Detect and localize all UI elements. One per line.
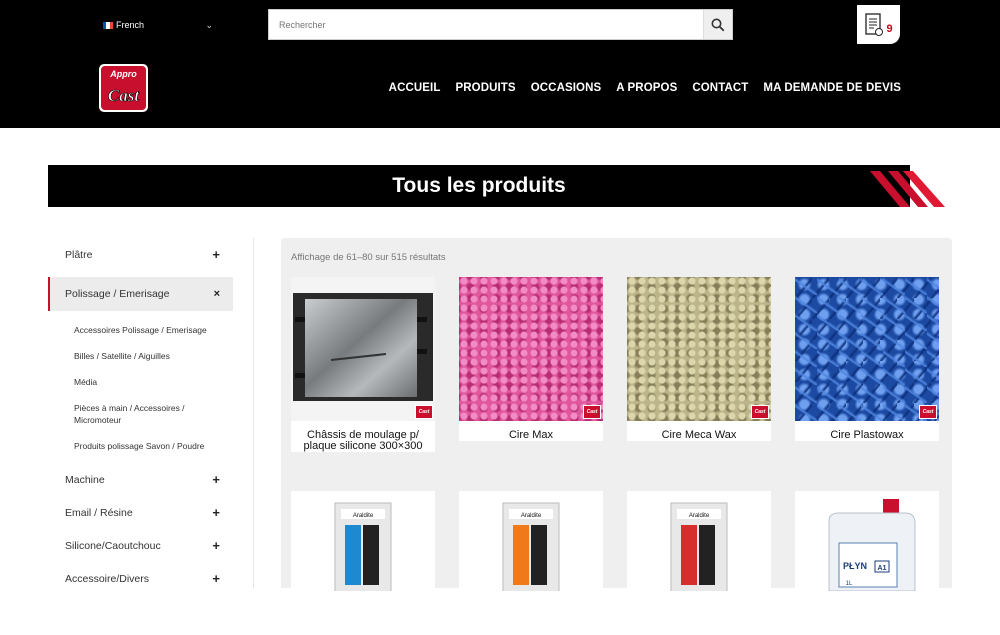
product-card[interactable]: Cast Châssis de moulage p/ plaque silico…: [291, 277, 435, 452]
product-name[interactable]: Cire Plastowax: [795, 421, 939, 441]
category-machine[interactable]: Machine +: [48, 463, 233, 496]
brand-badge: Cast: [415, 405, 433, 419]
category-accessoire[interactable]: Accessoire/Divers +: [48, 562, 233, 595]
page-title-banner: Tous les produits: [48, 165, 910, 207]
category-sidebar: Plâtre + Polissage / Emerisage × Accesso…: [48, 238, 233, 595]
collapse-icon[interactable]: ×: [214, 288, 220, 300]
product-image[interactable]: PŁYN A1 1L: [795, 491, 939, 635]
sidebar-divider: [253, 238, 254, 588]
search-bar: [268, 9, 733, 40]
category-label: Polissage / Emerisage: [65, 288, 170, 300]
product-label: A1: [878, 565, 887, 572]
nav-contact[interactable]: CONTACT: [692, 82, 748, 94]
expand-icon[interactable]: +: [212, 247, 220, 262]
expand-icon[interactable]: +: [212, 571, 220, 586]
category-label: Silicone/Caoutchouc: [65, 539, 161, 552]
subcategory-item[interactable]: Produits polissage Savon / Poudre: [74, 433, 224, 459]
product-image[interactable]: Araldite: [291, 491, 435, 635]
product-image[interactable]: Cast: [627, 277, 771, 421]
nav-accueil[interactable]: ACCUEIL: [389, 82, 441, 94]
category-email-resine[interactable]: Email / Résine +: [48, 496, 233, 529]
nav-quote-request[interactable]: MA DEMANDE DE DEVIS: [763, 82, 901, 94]
search-icon: [711, 18, 725, 31]
svg-text:Cast: Cast: [108, 86, 140, 105]
category-label: Accessoire/Divers: [65, 572, 150, 585]
subcategory-list: Accessoires Polissage / Emerisage Billes…: [48, 311, 233, 463]
nav-occasions[interactable]: OCCASIONS: [531, 82, 602, 94]
product-label: PŁYN: [843, 561, 867, 571]
nav-produits[interactable]: PRODUITS: [455, 82, 515, 94]
site-header: French ⌄ 9 Appro Cast ACCUEIL PRODUITS O…: [0, 0, 1000, 128]
product-label: Araldite: [521, 513, 542, 519]
subcategory-item[interactable]: Accessoires Polissage / Emerisage: [74, 317, 224, 343]
brand-badge: Cast: [751, 405, 769, 419]
product-image[interactable]: Cast: [459, 277, 603, 421]
product-card[interactable]: Araldite: [459, 491, 603, 635]
quote-cart-button[interactable]: 9: [857, 5, 900, 44]
product-name[interactable]: Cire Meca Wax: [627, 421, 771, 441]
expand-icon[interactable]: +: [212, 472, 220, 487]
brand-badge: Cast: [919, 405, 937, 419]
chevron-down-icon: ⌄: [205, 19, 213, 30]
product-card[interactable]: Araldite: [627, 491, 771, 635]
category-silicone[interactable]: Silicone/Caoutchouc +: [48, 529, 233, 562]
france-flag-icon: [103, 21, 113, 29]
product-image[interactable]: Araldite: [459, 491, 603, 635]
language-label: French: [116, 20, 145, 30]
svg-text:Appro: Appro: [109, 69, 137, 79]
approcast-logo[interactable]: Appro Cast: [98, 63, 149, 113]
product-image[interactable]: Araldite: [627, 491, 771, 635]
product-label: 1L: [846, 581, 853, 587]
brand-badge: Cast: [583, 405, 601, 419]
product-name[interactable]: Cire Max: [459, 421, 603, 441]
product-image[interactable]: Cast: [291, 277, 435, 421]
language-selector[interactable]: French ⌄: [103, 17, 213, 33]
product-card[interactable]: PŁYN A1 1L: [795, 491, 939, 635]
subcategory-item[interactable]: Pièces à main / Accessoires / Micromoteu…: [74, 395, 224, 433]
subcategory-item[interactable]: Média: [74, 369, 224, 395]
category-label: Plâtre: [65, 248, 93, 261]
expand-icon[interactable]: +: [212, 505, 220, 520]
product-card[interactable]: Cast Cire Max: [459, 277, 603, 441]
page-title: Tous les produits: [392, 174, 566, 197]
cart-count: 9: [886, 22, 893, 35]
product-grid: Affichage de 61–80 sur 515 résultats Cas…: [281, 238, 952, 635]
category-platre[interactable]: Plâtre +: [48, 238, 233, 271]
product-card[interactable]: Cast Cire Plastowax: [795, 277, 939, 441]
results-count: Affichage de 61–80 sur 515 résultats: [291, 252, 446, 263]
search-button[interactable]: [703, 10, 732, 39]
product-card[interactable]: Araldite: [291, 491, 435, 635]
decorative-stripes: [870, 171, 945, 207]
product-name[interactable]: Châssis de moulage p/ plaque silicone 30…: [291, 421, 435, 452]
product-label: Araldite: [689, 513, 710, 519]
search-input[interactable]: [269, 10, 703, 39]
subcategory-item[interactable]: Billes / Satellite / Aiguilles: [74, 343, 224, 369]
product-card[interactable]: Cast Cire Meca Wax: [627, 277, 771, 441]
product-image[interactable]: Cast: [795, 277, 939, 421]
main-nav: ACCUEIL PRODUITS OCCASIONS A PROPOS CONT…: [389, 82, 901, 94]
quote-list-icon: [865, 12, 884, 36]
product-label: Araldite: [353, 513, 374, 519]
expand-icon[interactable]: +: [212, 538, 220, 553]
category-label: Email / Résine: [65, 506, 133, 519]
category-label: Machine: [65, 473, 105, 486]
category-polissage[interactable]: Polissage / Emerisage ×: [48, 277, 233, 311]
nav-a-propos[interactable]: A PROPOS: [616, 82, 677, 94]
